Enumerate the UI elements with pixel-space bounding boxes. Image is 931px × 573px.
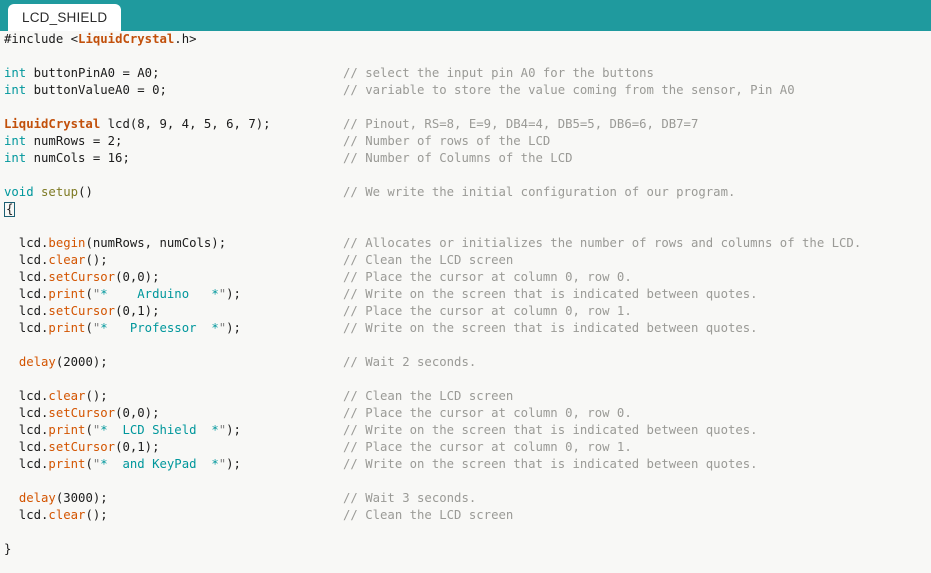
code-line: lcd.print("* Arduino *"); // Write on th…: [0, 286, 931, 303]
code-comment: // select the input pin A0 for the butto…: [343, 66, 654, 80]
code-line: LiquidCrystal lcd(8, 9, 4, 5, 6, 7); // …: [0, 116, 931, 133]
code-comment: // Write on the screen that is indicated…: [343, 423, 758, 437]
code-line: lcd.clear(); // Clean the LCD screen: [0, 507, 931, 524]
code-line: int buttonPinA0 = A0; // select the inpu…: [0, 65, 931, 82]
code-comment: // Write on the screen that is indicated…: [343, 457, 758, 471]
code-line-close-brace: }: [0, 541, 931, 558]
code-text: lcd.print("* LCD Shield *");: [4, 423, 241, 437]
code-text: lcd.print("* Arduino *");: [4, 287, 241, 301]
code-text: lcd.begin(numRows, numCols);: [4, 236, 227, 250]
code-line: delay(3000); // Wait 3 seconds.: [0, 490, 931, 507]
code-line: lcd.setCursor(0,0); // Place the cursor …: [0, 405, 931, 422]
code-comment: // Place the cursor at column 0, row 1.: [343, 304, 632, 318]
code-line: int numCols = 16; // Number of Columns o…: [0, 150, 931, 167]
code-text: lcd.setCursor(0,0);: [4, 270, 160, 284]
code-comment: // Wait 3 seconds.: [343, 491, 477, 505]
code-comment: // Place the cursor at column 0, row 0.: [343, 270, 632, 284]
code-comment: // We write the initial configuration of…: [343, 185, 736, 199]
code-line: lcd.clear(); // Clean the LCD screen: [0, 252, 931, 269]
tab-lcd-shield[interactable]: LCD_SHIELD: [8, 4, 122, 31]
code-comment: // Clean the LCD screen: [343, 389, 514, 403]
code-text: lcd.setCursor(0,1);: [4, 304, 160, 318]
code-line: lcd.print("* and KeyPad *"); // Write on…: [0, 456, 931, 473]
code-text: int buttonPinA0 = A0;: [4, 66, 160, 80]
matching-brace-highlight: {: [4, 202, 16, 217]
code-text: lcd.print("* and KeyPad *");: [4, 457, 241, 471]
code-comment: // Allocates or initializes the number o…: [343, 236, 862, 250]
code-text: delay(3000);: [18, 491, 108, 505]
code-editor[interactable]: #include <LiquidCrystal.h> int buttonPin…: [0, 31, 931, 573]
code-comment: // Place the cursor at column 0, row 0.: [343, 406, 632, 420]
code-line: #include <LiquidCrystal.h>: [0, 31, 931, 48]
code-text: #include <LiquidCrystal.h>: [4, 32, 197, 46]
code-text: lcd.clear();: [4, 389, 108, 403]
code-text: {: [4, 201, 16, 218]
code-text: LiquidCrystal lcd(8, 9, 4, 5, 6, 7);: [4, 117, 271, 131]
code-line: lcd.begin(numRows, numCols); // Allocate…: [0, 235, 931, 252]
tab-bar: LCD_SHIELD: [0, 0, 931, 31]
code-comment: // Write on the screen that is indicated…: [343, 321, 758, 335]
code-line: lcd.setCursor(0,0); // Place the cursor …: [0, 269, 931, 286]
code-line: void setup() // We write the initial con…: [0, 184, 931, 201]
code-text: lcd.clear();: [4, 508, 108, 522]
code-line: lcd.print("* Professor *"); // Write on …: [0, 320, 931, 337]
code-line: lcd.setCursor(0,1); // Place the cursor …: [0, 439, 931, 456]
tab-label: LCD_SHIELD: [22, 10, 108, 25]
code-text: int numRows = 2;: [4, 134, 123, 148]
code-text: lcd.setCursor(0,0);: [4, 406, 160, 420]
code-comment: // Number of rows of the LCD: [343, 134, 551, 148]
code-comment: // Wait 2 seconds.: [343, 355, 477, 369]
code-text: int numCols = 16;: [4, 151, 130, 165]
code-comment: // Place the cursor at column 0, row 1.: [343, 440, 632, 454]
code-line: lcd.clear(); // Clean the LCD screen: [0, 388, 931, 405]
code-comment: // Clean the LCD screen: [343, 508, 514, 522]
code-text: lcd.setCursor(0,1);: [4, 440, 160, 454]
code-comment: // Write on the screen that is indicated…: [343, 287, 758, 301]
code-text: delay(2000);: [18, 355, 108, 369]
code-line: int buttonValueA0 = 0; // variable to st…: [0, 82, 931, 99]
code-line: lcd.setCursor(0,1); // Place the cursor …: [0, 303, 931, 320]
code-text: int buttonValueA0 = 0;: [4, 83, 167, 97]
code-text: lcd.clear();: [4, 253, 108, 267]
code-line: delay(2000); // Wait 2 seconds.: [0, 354, 931, 371]
code-text: void setup(): [4, 185, 93, 199]
code-comment: // variable to store the value coming fr…: [343, 83, 795, 97]
code-text: }: [4, 542, 12, 556]
code-comment: // Pinout, RS=8, E=9, DB4=4, DB5=5, DB6=…: [343, 117, 699, 131]
code-comment: // Clean the LCD screen: [343, 253, 514, 267]
code-text: lcd.print("* Professor *");: [4, 321, 241, 335]
code-line: int numRows = 2; // Number of rows of th…: [0, 133, 931, 150]
code-comment: // Number of Columns of the LCD: [343, 151, 573, 165]
code-line-open-brace: {: [0, 201, 931, 218]
code-line: lcd.print("* LCD Shield *"); // Write on…: [0, 422, 931, 439]
